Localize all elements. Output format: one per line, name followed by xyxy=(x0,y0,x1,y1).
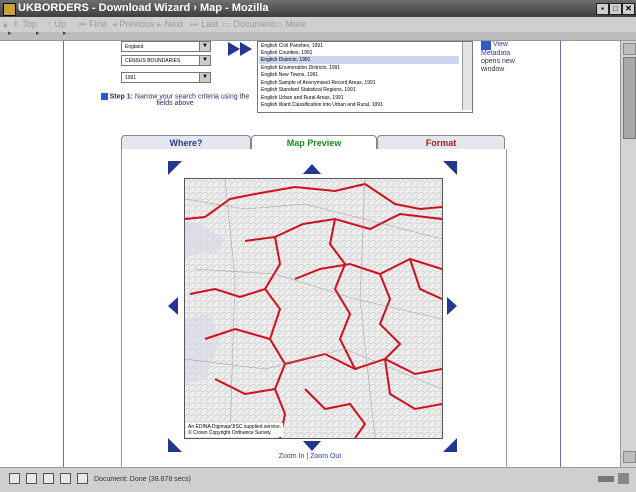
list-item[interactable]: English Counties, 1991 xyxy=(261,50,312,56)
more-label: More xyxy=(285,19,307,29)
list-item[interactable]: English Enumeration Districts, 1991 xyxy=(261,65,340,71)
page-content: England ▼ CENSUS BOUNDARIES ▼ 1991 ▼ Englis… xyxy=(0,41,620,467)
more-button[interactable]: ▭ More xyxy=(274,17,306,32)
map-copyright-note: An EDINA Digimap/JISC supplied service. … xyxy=(186,423,284,437)
security-lock-icon[interactable] xyxy=(618,473,629,484)
zoom-controls: Zoom In | Zoom Out xyxy=(0,453,620,460)
tab-strip: ▸ ▸ ▸ xyxy=(0,29,636,41)
map-note-line2: © Crown Copyright Ordnance Survey. xyxy=(188,430,272,436)
page-scrollbar[interactable] xyxy=(620,41,636,467)
tab-format[interactable]: Format xyxy=(377,135,505,150)
up-icon: ↑ xyxy=(47,19,52,29)
metadata-note-line2: window xyxy=(481,66,505,73)
info-icon xyxy=(481,41,491,50)
boundary-map xyxy=(185,179,442,438)
category-select[interactable]: CENSUS BOUNDARIES ▼ xyxy=(121,55,211,66)
dataset-listbox[interactable]: English Civil Parishes, 1991 English Cou… xyxy=(257,41,473,113)
previous-icon: ◂ xyxy=(112,19,117,29)
tab-where[interactable]: Where? xyxy=(121,135,251,150)
map-image[interactable]: An EDINA Digimap/JISC supplied service. … xyxy=(184,178,443,439)
listbox-scrollbar[interactable] xyxy=(462,42,472,110)
document-label: Document xyxy=(233,19,275,29)
zoom-in-link[interactable]: Zoom In xyxy=(279,453,305,460)
list-item[interactable]: English Standard Statistical Regions, 19… xyxy=(261,87,356,93)
minimize-button[interactable]: ▪ xyxy=(596,3,609,15)
view-metadata-link[interactable]: View xyxy=(493,41,508,48)
step-text: Narrow your search criteria using the xyxy=(134,93,250,101)
pan-north-icon[interactable] xyxy=(303,164,321,174)
list-item[interactable]: English Sample of Anonymised Record Area… xyxy=(261,80,376,86)
step-text-line2: fields above xyxy=(156,100,194,108)
top-label: Top xyxy=(22,19,38,29)
year-select[interactable]: 1991 ▼ xyxy=(121,72,211,83)
pan-southeast-icon[interactable] xyxy=(443,438,457,452)
scroll-down-icon[interactable] xyxy=(623,451,636,463)
status-text: Document: Done (38.878 secs) xyxy=(94,476,191,483)
scroll-up-icon[interactable] xyxy=(623,43,636,55)
next-button[interactable]: ▸ Next xyxy=(157,17,183,32)
last-button[interactable]: ⏭ Last xyxy=(190,17,218,32)
document-icon: ▭ xyxy=(222,19,231,29)
last-label: Last xyxy=(201,19,219,29)
first-button[interactable]: ⏮ First xyxy=(78,17,107,32)
step-instruction: Step 1: Narrow your search criteria usin… xyxy=(95,93,255,107)
chevron-down-icon: ▼ xyxy=(199,73,210,82)
first-label: First xyxy=(89,19,107,29)
add-arrows-icon[interactable] xyxy=(228,41,254,57)
last-icon: ⏭ xyxy=(190,19,199,29)
tab-marker[interactable]: ▸ xyxy=(36,29,40,37)
scroll-thumb[interactable] xyxy=(623,57,636,139)
chat-icon[interactable] xyxy=(43,473,54,484)
composer-icon[interactable] xyxy=(60,473,71,484)
first-icon: ⏮ xyxy=(78,19,87,29)
pan-northeast-icon[interactable] xyxy=(443,161,457,175)
right-rule xyxy=(560,41,561,467)
list-item[interactable]: English Districts, 1991 xyxy=(261,57,310,63)
pan-south-icon[interactable] xyxy=(303,441,321,451)
pan-northwest-icon[interactable] xyxy=(168,161,182,175)
top-button[interactable]: ⇞ Top xyxy=(12,17,37,32)
document-button[interactable]: ▭ Document xyxy=(222,17,275,32)
pan-southwest-icon[interactable] xyxy=(168,438,182,452)
step-label: Step 1: xyxy=(109,93,133,101)
list-item[interactable]: English New Towns, 1991 xyxy=(261,72,318,78)
info-icon xyxy=(100,93,108,100)
navigation-toolbar: ▴ ⇞ Top ↑ Up ⏮ First ◂ Previous ▸ Next ⏭ Last … xyxy=(0,17,636,33)
top-icon: ⇞ xyxy=(12,19,20,29)
metadata-note: opens new xyxy=(481,58,515,65)
country-select-value: England xyxy=(125,44,144,50)
up-label: Up xyxy=(54,19,67,29)
category-select-value: CENSUS BOUNDARIES xyxy=(125,58,181,64)
app-icon xyxy=(3,3,16,16)
pan-east-icon[interactable] xyxy=(447,297,457,315)
view-metadata-link-line2[interactable]: Metadata xyxy=(481,50,510,57)
year-select-value: 1991 xyxy=(125,75,137,81)
left-rule xyxy=(63,41,64,467)
mail-icon[interactable] xyxy=(26,473,37,484)
tab-marker[interactable]: ▸ xyxy=(63,29,67,37)
next-label: Next xyxy=(164,19,184,29)
title-bar: UKBORDERS - Download Wizard › Map - Mozi… xyxy=(0,0,636,17)
next-icon: ▸ xyxy=(157,19,162,29)
more-icon: ▭ xyxy=(274,19,283,29)
list-item[interactable]: English Urban and Rural Areas, 1991 xyxy=(261,95,344,101)
chevron-down-icon: ▼ xyxy=(199,42,210,51)
chevron-down-icon: ▼ xyxy=(199,56,210,65)
connection-icon xyxy=(598,476,614,482)
status-bar: Document: Done (38.878 secs) xyxy=(0,467,636,492)
close-button[interactable]: ✕ xyxy=(622,3,635,15)
previous-label: Previous xyxy=(119,19,155,29)
pan-west-icon[interactable] xyxy=(168,297,178,315)
grip-icon: ▴ xyxy=(3,19,8,29)
list-item[interactable]: English Civil Parishes, 1991 xyxy=(261,43,323,49)
maximize-button[interactable]: □ xyxy=(609,3,622,15)
window-title: UKBORDERS - Download Wizard › Map - Mozi… xyxy=(18,2,269,14)
navigator-icon[interactable] xyxy=(9,473,20,484)
list-item[interactable]: English Ward Classification into Urban a… xyxy=(261,102,383,108)
previous-button[interactable]: ◂ Previous xyxy=(112,17,155,32)
tab-marker[interactable]: ▸ xyxy=(8,29,12,37)
address-book-icon[interactable] xyxy=(77,473,88,484)
zoom-out-link[interactable]: Zoom Out xyxy=(310,453,341,460)
country-select[interactable]: England ▼ xyxy=(121,41,211,52)
